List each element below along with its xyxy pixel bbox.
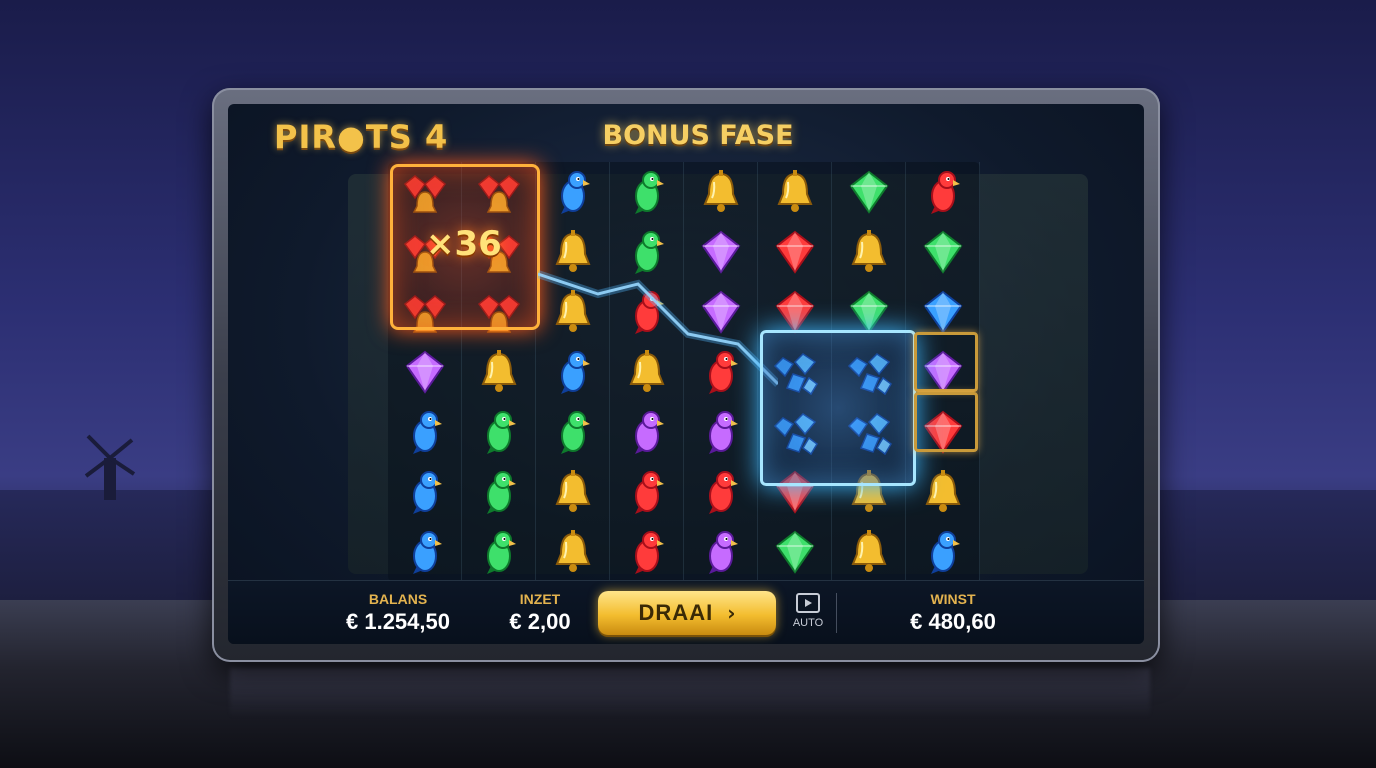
reel-cell [684,462,758,522]
reel-cell [536,462,610,522]
reel-cell [906,462,980,522]
green-parrot-icon [634,171,664,214]
green-parrot-icon [486,531,516,574]
game-screen: PIR●TS 4 BONUS FASE ×36 BALANS € 1.254,5… [228,104,1144,644]
reel-cell [610,462,684,522]
balance-value: € 1.254,50 [346,609,450,634]
reel-cell [684,522,758,582]
gold-bell-icon [703,170,738,212]
green-parrot-icon [486,471,516,514]
reel-cell [906,522,980,582]
desk-reflection [230,668,1150,718]
reel-cell [610,522,684,582]
blue-parrot-icon [412,411,442,454]
reel-cell [758,162,832,222]
red-parrot-icon [634,531,664,574]
bonus-phase-title: BONUS FASE [602,120,794,151]
framed-cell [914,392,978,452]
balance-label: BALANS [368,591,428,607]
reel-cell [832,222,906,282]
reel-cell [462,342,536,402]
reel-cell [906,222,980,282]
green-gem-icon [849,290,888,334]
windmill-icon [84,434,136,500]
green-parrot-icon [560,411,590,454]
green-gem-icon [849,170,888,214]
reel-cell [684,162,758,222]
reel-cell [388,402,462,462]
gold-bell-icon [777,170,812,212]
red-parrot-icon [634,471,664,514]
divider [836,593,837,633]
reel-cell [610,162,684,222]
green-parrot-icon [486,411,516,454]
reel-cell [832,162,906,222]
blue-parrot-icon [412,471,442,514]
autoplay-button[interactable]: AUTO [788,591,828,635]
gold-bell-icon [481,350,516,392]
lightning-effect [538,270,778,387]
gold-bell-icon [851,230,886,272]
red-parrot-icon [930,171,960,214]
reel-cell [536,162,610,222]
gold-bell-icon [851,530,886,572]
gold-bell-icon [555,530,590,572]
reel-cell [536,402,610,462]
green-gem-icon [775,530,814,574]
reel-cell [832,522,906,582]
autoplay-label: AUTO [792,617,824,629]
green-gem-icon [923,230,962,274]
gold-bell-icon [555,470,590,512]
multiplier-badge: ×36 [426,224,502,264]
purple-gem-icon [405,350,444,394]
reel-cell [906,162,980,222]
blue-parrot-icon [560,171,590,214]
game-logo: PIR●TS 4 [274,118,449,156]
win-value: € 480,60 [910,609,996,634]
purple-parrot-icon [634,411,664,454]
purple-parrot-icon [708,531,738,574]
blue-parrot-icon [412,531,442,574]
reel-cell [462,522,536,582]
win-label: WINST [930,591,976,607]
reel-cell [536,522,610,582]
spin-button[interactable]: DRAAI › [598,591,776,635]
blue-parrot-icon [930,531,960,574]
blue-gem-cluster [760,330,916,486]
reel-cell [462,402,536,462]
reel-cell [388,522,462,582]
bottom-control-bar: BALANS € 1.254,50 INZET € 2,00 DRAAI › A… [228,580,1144,644]
reel-cell [758,522,832,582]
reel-cell [462,462,536,522]
reel-cell [684,402,758,462]
reel-cell [388,342,462,402]
purple-parrot-icon [708,411,738,454]
gold-bell-icon [925,470,960,512]
blue-gem-icon [923,290,962,334]
bet-value: € 2,00 [509,609,571,634]
bet-label: INZET [519,591,561,607]
chevron-right-icon: › [727,601,736,625]
play-icon [796,593,820,613]
reel-cell [388,462,462,522]
spin-label: DRAAI [638,600,714,625]
framed-cell [914,332,978,392]
red-parrot-icon [708,471,738,514]
reel-cell [610,402,684,462]
